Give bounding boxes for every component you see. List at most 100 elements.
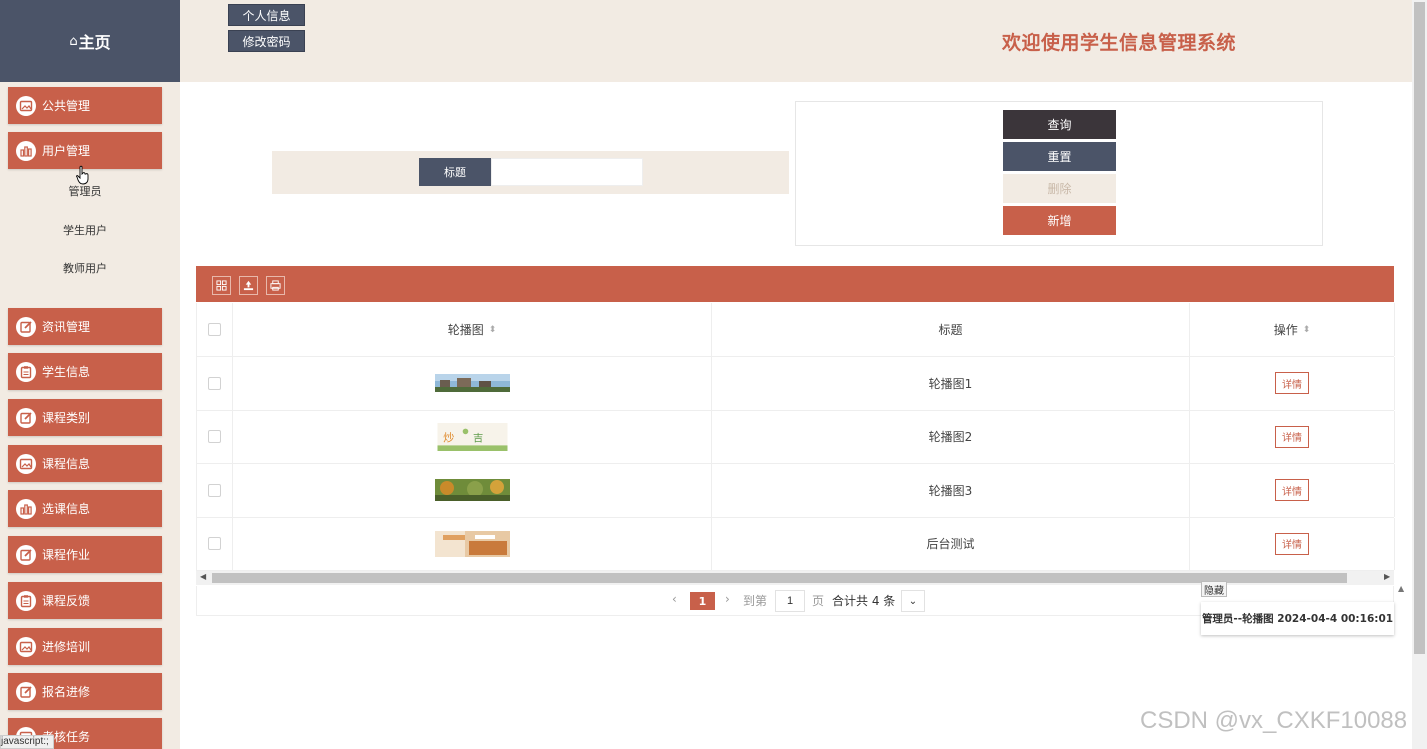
header-action[interactable]: 操作 ⬍ — [1190, 303, 1395, 356]
select-cell — [197, 410, 233, 463]
table-row[interactable]: 轮播图3 详情 — [197, 464, 1395, 518]
row-title: 轮播图2 — [928, 430, 973, 445]
search-bar: 标题 — [272, 151, 789, 194]
columns-icon[interactable] — [212, 276, 231, 295]
table-row[interactable]: 轮播图1 详情 — [197, 357, 1395, 411]
bar-chart-icon — [16, 140, 36, 161]
print-icon[interactable] — [266, 276, 285, 295]
header-title-label: 标题 — [938, 323, 963, 337]
prev-page-icon[interactable]: ‹ — [672, 592, 677, 606]
carousel-thumbnail — [434, 479, 510, 502]
sidebar-menu-item[interactable]: 课程作业 — [8, 536, 162, 573]
personal-info-button[interactable]: 个人信息 — [228, 4, 305, 26]
sidebar-menu-item[interactable]: 学生信息 — [8, 353, 162, 390]
action-cell: 详情 — [1190, 517, 1395, 570]
home-icon: ⌂ — [69, 33, 78, 49]
edit-icon — [16, 544, 36, 565]
sidebar-menu-item[interactable]: 课程类别 — [8, 399, 162, 436]
system-title: 欢迎使用学生信息管理系统 — [1002, 32, 1237, 54]
detail-button[interactable]: 详情 — [1275, 425, 1309, 448]
search-title-label: 标题 — [419, 158, 491, 186]
svg-text:炒: 炒 — [443, 431, 454, 444]
action-cell: 详情 — [1190, 410, 1395, 463]
sidebar-menu-item[interactable]: 报名进修 — [8, 673, 162, 710]
submenu-item-student-users[interactable]: 学生用户 — [0, 222, 170, 238]
sidebar-menu-item[interactable]: 课程反馈 — [8, 582, 162, 619]
page-scrollbar-thumb[interactable] — [1414, 2, 1425, 654]
sidebar-menu-item[interactable]: 进修培训 — [8, 628, 162, 665]
detail-button[interactable]: 详情 — [1275, 479, 1309, 502]
sidebar-menu-label: 课程类别 — [42, 411, 91, 425]
table-header-row: 轮播图 ⬍ 标题 操作 ⬍ — [197, 303, 1395, 357]
sidebar-menu-item[interactable]: 资讯管理 — [8, 308, 162, 345]
scroll-up-icon[interactable]: ▲ — [1398, 584, 1404, 593]
mouse-cursor-icon — [76, 165, 90, 188]
watermark: CSDN @vx_CXKF10088 — [1140, 707, 1408, 734]
page-unit-label: 页 — [812, 594, 825, 608]
row-checkbox[interactable] — [208, 483, 221, 497]
page-scrollbar[interactable] — [1412, 0, 1427, 749]
table-row[interactable]: 后台测试 详情 — [197, 517, 1395, 571]
sort-icon[interactable]: ⬍ — [489, 325, 497, 335]
sidebar-menu-label: 课程反馈 — [42, 594, 91, 608]
export-icon[interactable] — [239, 276, 258, 295]
sidebar-menu-label: 课程作业 — [42, 548, 91, 562]
clipboard-icon — [16, 590, 36, 611]
bar-chart-icon — [16, 498, 36, 519]
row-checkbox[interactable] — [208, 537, 221, 551]
reset-button[interactable]: 重置 — [1003, 142, 1116, 171]
select-all-checkbox[interactable] — [208, 323, 221, 336]
sidebar-menu-label: 用户管理 — [42, 144, 91, 158]
hide-notification-button[interactable]: 隐藏 — [1201, 581, 1227, 597]
sidebar-menu-item[interactable]: 选课信息 — [8, 490, 162, 527]
scroll-left-icon[interactable]: ◀ — [200, 572, 206, 581]
page-size-select[interactable]: ⌄ — [901, 590, 925, 612]
chevron-down-icon: ⌄ — [908, 595, 918, 607]
scrollbar-thumb[interactable] — [212, 573, 1347, 583]
change-password-button[interactable]: 修改密码 — [228, 30, 305, 52]
sort-icon[interactable]: ⬍ — [1303, 325, 1311, 335]
scroll-right-icon[interactable]: ▶ — [1384, 572, 1390, 581]
page-number-input[interactable] — [775, 590, 805, 612]
table-body: 轮播图1 详情炒吉轮播图2 详情 轮播图3 详情 后台测试 详情 — [197, 357, 1395, 571]
goto-label: 到第 — [743, 594, 768, 608]
carousel-thumbnail — [434, 530, 510, 557]
next-page-icon[interactable]: › — [725, 592, 730, 606]
action-cell: 详情 — [1190, 357, 1395, 410]
title-cell: 轮播图2 — [712, 410, 1190, 463]
row-checkbox[interactable] — [208, 376, 221, 390]
add-button[interactable]: 新增 — [1003, 206, 1116, 235]
header-select-cell — [197, 303, 233, 356]
select-cell — [197, 357, 233, 410]
search-title-input[interactable] — [491, 158, 643, 186]
title-cell: 后台测试 — [712, 517, 1190, 570]
image-icon — [16, 95, 36, 116]
clipboard-icon — [16, 361, 36, 382]
sidebar-menu-item[interactable]: 用户管理 — [8, 132, 162, 169]
sidebar-menu-item[interactable]: 课程信息 — [8, 445, 162, 482]
sidebar-menu-label: 课程信息 — [42, 457, 91, 471]
edit-icon — [16, 316, 36, 337]
select-cell — [197, 464, 233, 517]
table-row[interactable]: 炒吉轮播图2 详情 — [197, 410, 1395, 464]
action-cell: 详情 — [1190, 464, 1395, 517]
header-action-label: 操作 — [1273, 323, 1298, 337]
top-header: 个人信息 修改密码 欢迎使用学生信息管理系统 — [180, 0, 1412, 82]
sidebar-menu-item[interactable]: 公共管理 — [8, 87, 162, 124]
row-checkbox[interactable] — [208, 430, 221, 444]
header-image[interactable]: 轮播图 ⬍ — [233, 303, 712, 356]
submenu-item-teacher-users[interactable]: 教师用户 — [0, 260, 170, 276]
detail-button[interactable]: 详情 — [1275, 372, 1309, 395]
image-cell — [233, 517, 712, 570]
row-title: 后台测试 — [926, 537, 975, 552]
edit-icon — [16, 681, 36, 702]
detail-button[interactable]: 详情 — [1275, 532, 1309, 555]
data-table: 轮播图 ⬍ 标题 操作 ⬍ 轮播图1 详情炒吉轮播图2 详情 轮播图3 详情 后台测试 详情 — [196, 303, 1395, 571]
carousel-thumbnail — [434, 374, 510, 393]
image-icon — [16, 636, 36, 657]
query-button[interactable]: 查询 — [1003, 110, 1116, 139]
home-link[interactable]: ⌂ 主页 — [0, 0, 180, 82]
current-page[interactable]: 1 — [690, 592, 715, 610]
image-cell — [233, 357, 712, 410]
delete-button[interactable]: 删除 — [1003, 174, 1116, 203]
